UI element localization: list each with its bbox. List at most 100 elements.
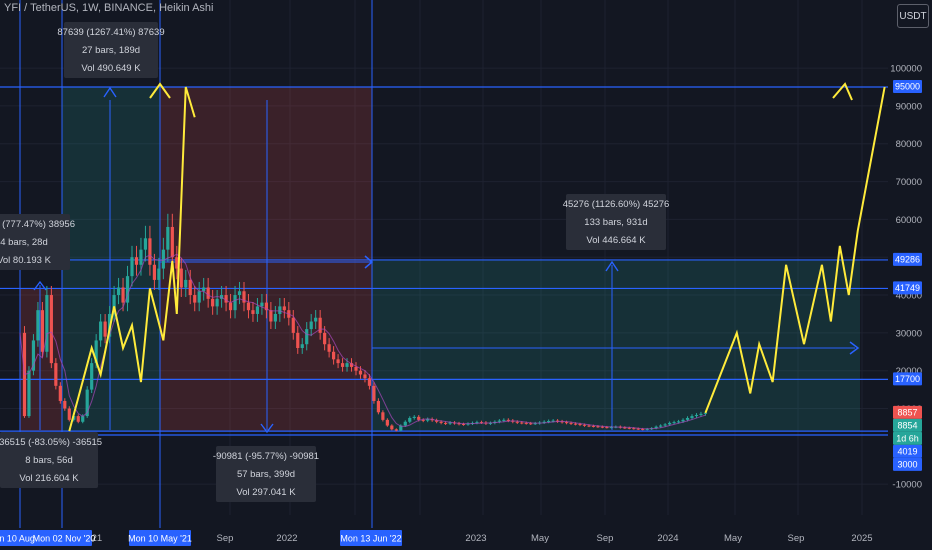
candle bbox=[148, 238, 152, 265]
candle bbox=[211, 298, 215, 307]
measurement-volume-text: Vol 446.664 K bbox=[586, 235, 646, 246]
measurement-volume-text: Vol 490.649 K bbox=[81, 63, 141, 74]
trading-chart[interactable]: 87639 (1267.41%) 87639 27 bars, 189d Vol 4… bbox=[0, 0, 932, 550]
candle bbox=[143, 238, 148, 250]
candle bbox=[573, 423, 578, 425]
price-badge-text: 8857 bbox=[897, 407, 917, 417]
candle bbox=[520, 422, 524, 424]
measurement-volume-text: Vol 297.041 K bbox=[236, 487, 296, 498]
candle bbox=[529, 423, 533, 425]
measurement-volume-text: Vol 80.193 K bbox=[0, 255, 52, 266]
candle bbox=[309, 321, 313, 330]
candle bbox=[703, 412, 708, 414]
price-badge-text: 41749 bbox=[895, 283, 920, 293]
candle bbox=[45, 295, 49, 352]
candle bbox=[381, 412, 385, 420]
candle bbox=[327, 344, 331, 352]
candle bbox=[166, 226, 170, 250]
candle bbox=[314, 317, 318, 322]
candle bbox=[27, 370, 31, 417]
measurement-bars-text: 57 bars, 399d bbox=[237, 469, 295, 480]
candle bbox=[130, 257, 134, 277]
candle bbox=[694, 414, 699, 417]
price-axis-label: 90000 bbox=[896, 101, 922, 112]
candle bbox=[76, 416, 80, 422]
price-axis[interactable]: 1000009000080000700006000050000400003000… bbox=[888, 0, 932, 550]
time-axis-label: 2025 bbox=[851, 533, 872, 544]
candle bbox=[340, 363, 345, 367]
time-axis-label: Sep bbox=[597, 533, 614, 544]
candle bbox=[251, 310, 255, 314]
candle bbox=[36, 310, 40, 341]
candle bbox=[390, 425, 394, 430]
measurement-change-text: -90981 (-95.77%) -90981 bbox=[213, 451, 319, 462]
candle bbox=[461, 424, 466, 426]
candle bbox=[99, 321, 103, 341]
candle bbox=[184, 279, 188, 288]
candle bbox=[246, 302, 251, 311]
price-axis-label: 70000 bbox=[896, 177, 922, 188]
price-badge-text: 8854 bbox=[897, 420, 917, 430]
price-badge-text: 17700 bbox=[895, 374, 920, 384]
candle bbox=[103, 321, 107, 337]
candle bbox=[67, 408, 71, 420]
candle bbox=[354, 366, 358, 371]
candle bbox=[502, 419, 506, 421]
chart-title: YFI / TetherUS, 1W, BINANCE, Heikin Ashi bbox=[4, 2, 214, 14]
candle bbox=[278, 306, 282, 314]
chart-canvas[interactable]: 87639 (1267.41%) 87639 27 bars, 189d Vol 4… bbox=[0, 0, 932, 550]
candle bbox=[179, 268, 183, 288]
candle bbox=[255, 306, 260, 314]
candle bbox=[672, 422, 676, 424]
candle bbox=[237, 291, 242, 296]
candle bbox=[296, 332, 300, 348]
price-badge-text: 49286 bbox=[895, 254, 920, 264]
candle bbox=[228, 302, 233, 311]
candle bbox=[305, 329, 309, 345]
candle bbox=[417, 416, 421, 420]
measurement-volume-text: Vol 216.604 K bbox=[19, 473, 79, 484]
candle bbox=[49, 295, 53, 364]
measurement-change-text: 45276 (1126.60%) 45276 bbox=[563, 199, 670, 210]
price-axis-label: 60000 bbox=[896, 215, 922, 226]
candle bbox=[685, 417, 690, 420]
candle bbox=[582, 424, 587, 426]
time-axis-label: 2023 bbox=[465, 533, 486, 544]
candle bbox=[188, 279, 192, 296]
candle bbox=[215, 298, 219, 307]
currency-button[interactable]: USDT bbox=[897, 4, 929, 28]
measurement-change-text: 38956 (777.47%) 38956 bbox=[0, 219, 75, 230]
candle bbox=[345, 363, 349, 367]
candle bbox=[690, 416, 694, 418]
measurement-change-text: -36515 (-83.05%) -36515 bbox=[0, 437, 102, 448]
candle bbox=[273, 313, 277, 322]
date-highlight-text: Mon 02 Nov '20 bbox=[33, 534, 96, 544]
candle bbox=[197, 291, 201, 303]
candle bbox=[260, 302, 264, 307]
price-axis-label: 80000 bbox=[896, 139, 922, 150]
candle bbox=[139, 249, 143, 265]
candle bbox=[372, 385, 376, 401]
candle bbox=[663, 424, 667, 426]
time-axis[interactable]: Sep2022Sep2023MaySep2024MaySep2025'21Mon… bbox=[0, 528, 888, 550]
price-badge-text: 95000 bbox=[895, 82, 920, 92]
candle bbox=[193, 295, 197, 303]
candle bbox=[40, 310, 44, 352]
time-axis-label: Sep bbox=[788, 533, 805, 544]
candle bbox=[121, 287, 125, 303]
candle bbox=[676, 421, 681, 423]
candle bbox=[591, 425, 596, 427]
candle bbox=[54, 363, 58, 386]
measurement-change-text: 87639 (1267.41%) 87639 bbox=[57, 27, 164, 38]
candle bbox=[524, 422, 528, 424]
price-axis-label: 30000 bbox=[896, 328, 922, 339]
candle bbox=[439, 421, 443, 423]
price-axis-label: 100000 bbox=[890, 64, 922, 75]
time-axis-label: 2022 bbox=[276, 533, 297, 544]
candle bbox=[202, 287, 206, 292]
candle bbox=[403, 421, 407, 426]
measurement-bars-text: 27 bars, 189d bbox=[82, 45, 140, 56]
candle bbox=[224, 295, 228, 303]
candle bbox=[282, 306, 286, 311]
candle bbox=[300, 344, 304, 348]
